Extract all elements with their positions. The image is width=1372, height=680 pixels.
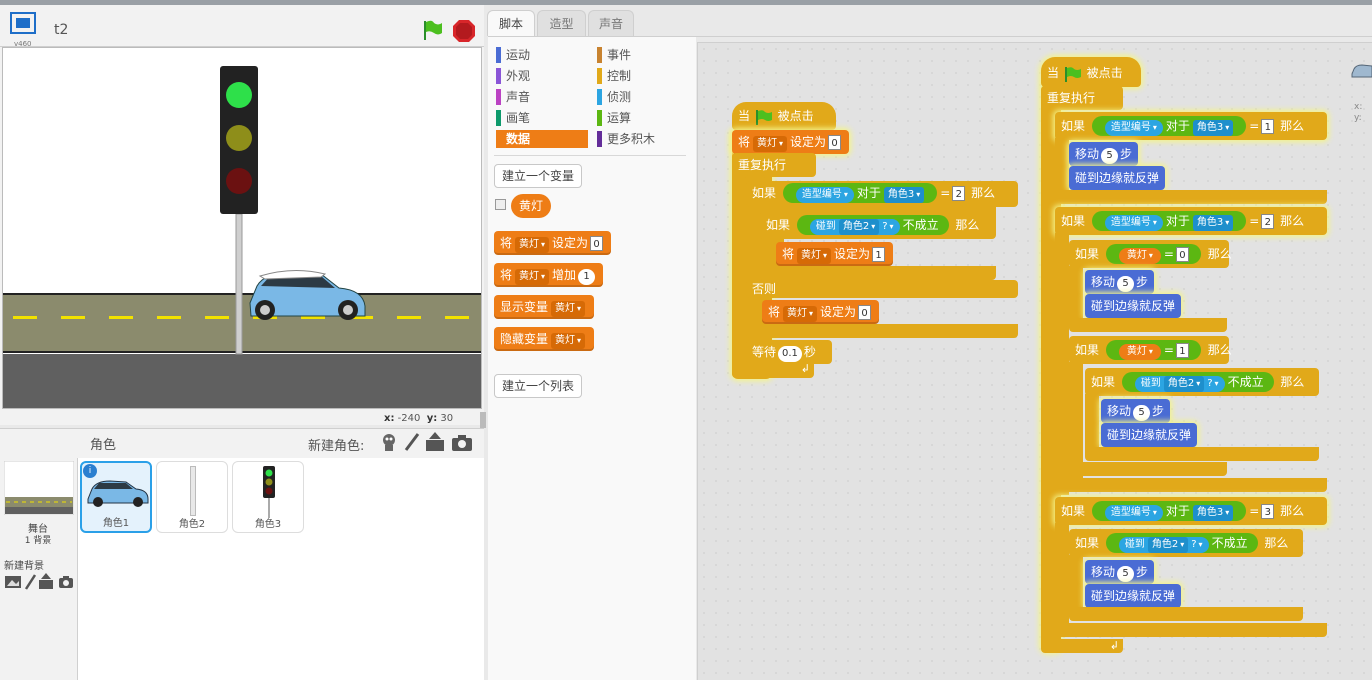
new-backdrop-label: 新建背景 xyxy=(4,561,44,572)
script1-set-yellow-1[interactable]: 将黄灯设定为1 xyxy=(776,242,894,266)
sprite-name: 角色3 xyxy=(254,519,282,530)
script2-bounce-block-3[interactable]: 碰到边缘就反弹 xyxy=(1101,423,1198,447)
current-sprite-icon xyxy=(1350,60,1372,82)
script1-if-else-block[interactable]: 如果 造型编号对于角色3=2 那么 xyxy=(746,181,1018,207)
variable-checkbox[interactable] xyxy=(495,199,506,210)
paint-brush-icon[interactable] xyxy=(403,432,421,452)
project-title[interactable]: t2 xyxy=(54,22,68,38)
fullscreen-icon[interactable] xyxy=(10,12,36,34)
backdrop-library-icon[interactable] xyxy=(4,574,22,590)
category-pen[interactable]: 画笔 xyxy=(496,109,588,127)
sprite-name: 角色1 xyxy=(102,518,130,529)
make-list-button[interactable]: 建立一个列表 xyxy=(494,374,583,398)
category-control[interactable]: 控制 xyxy=(597,67,687,85)
script2-move-block-3[interactable]: 移动 5 步 xyxy=(1101,399,1171,423)
palette-show-variable-block[interactable]: 显示变量 黄灯 xyxy=(494,295,595,319)
script2-bounce-block-2[interactable]: 碰到边缘就反弹 xyxy=(1085,294,1182,318)
script2-if-yellow-1[interactable]: 如果 黄灯=1 那么 xyxy=(1069,336,1232,364)
backdrop-upload-icon[interactable] xyxy=(38,573,54,590)
sprite-name: 角色2 xyxy=(178,519,206,530)
sprite-library-icon[interactable] xyxy=(380,432,398,452)
stage-header xyxy=(0,5,484,47)
new-sprite-label: 新建角色: xyxy=(308,439,365,454)
green-flag-icon[interactable] xyxy=(420,18,444,42)
script2-if-yellow-0[interactable]: 如果 黄灯=0 那么 xyxy=(1069,240,1232,268)
script1-wait-block[interactable]: 等待 0.1 秒 xyxy=(746,340,832,364)
script2-when-flag-clicked[interactable]: 当 被点击 xyxy=(1041,57,1141,87)
script1-else-label: 否则 xyxy=(746,280,1018,298)
script2-if-not-touching-2[interactable]: 如果 碰到角色2?不成立 那么 xyxy=(1069,529,1303,557)
category-operators[interactable]: 运算 xyxy=(597,109,687,127)
sprite-xy-hint: x: y: xyxy=(1354,102,1363,123)
palette-hide-variable-block[interactable]: 隐藏变量 黄灯 xyxy=(494,327,595,351)
palette-set-block[interactable]: 将黄灯设定为0 xyxy=(494,231,612,255)
script1-set-block[interactable]: 将黄灯设定为0 xyxy=(732,130,850,154)
category-sound[interactable]: 声音 xyxy=(496,88,588,106)
script2-move-block-1[interactable]: 移动 5 步 xyxy=(1069,142,1139,166)
category-motion[interactable]: 运动 xyxy=(496,46,588,64)
sprite-thumb-2[interactable]: 角色2 xyxy=(156,461,228,533)
category-sensing[interactable]: 侦测 xyxy=(597,88,687,106)
sprite-thumb-1[interactable]: i 角色1 xyxy=(80,461,152,533)
script1-if-not-touching[interactable]: 如果 碰到角色2?不成立 那么 xyxy=(760,211,996,239)
category-data[interactable]: 数据 xyxy=(496,130,588,148)
stop-icon[interactable] xyxy=(452,19,476,43)
script2-if-costume-3[interactable]: 如果 造型编号对于角色3=3 那么 xyxy=(1055,497,1327,525)
sprites-header: 角色 xyxy=(90,438,117,453)
script2-move-block-4[interactable]: 移动 5 步 xyxy=(1085,560,1155,584)
make-variable-button[interactable]: 建立一个变量 xyxy=(494,164,583,188)
backdrop-paint-icon[interactable] xyxy=(24,573,37,590)
backdrop-camera-icon[interactable] xyxy=(58,575,74,589)
variable-reporter[interactable]: 黄灯 xyxy=(511,194,552,218)
tab-costumes[interactable]: 造型 xyxy=(537,10,586,36)
script1-forever-block[interactable]: 重复执行 xyxy=(732,153,816,177)
script2-bounce-block-4[interactable]: 碰到边缘就反弹 xyxy=(1085,584,1182,608)
camera-icon[interactable] xyxy=(451,434,473,452)
category-more-blocks[interactable]: 更多积木 xyxy=(597,130,687,148)
script2-if-costume-2[interactable]: 如果 造型编号对于角色3=2 那么 xyxy=(1055,207,1327,235)
loop-arrow-icon: ↲ xyxy=(1041,639,1123,653)
loop-arrow-icon: ↲ xyxy=(732,362,814,378)
palette-change-block[interactable]: 将黄灯增加1 xyxy=(494,263,604,287)
script1-when-flag-clicked[interactable]: 当 被点击 xyxy=(732,102,836,130)
stage-collapse-handle[interactable] xyxy=(480,412,486,428)
sprite-thumb-3[interactable]: 角色3 xyxy=(232,461,304,533)
tab-scripts[interactable]: 脚本 xyxy=(487,10,535,36)
backdrop-count: 1 背景 xyxy=(24,536,52,546)
mouse-coordinates: x: -240 y: 30 xyxy=(384,413,454,424)
upload-icon[interactable] xyxy=(425,432,445,452)
category-events[interactable]: 事件 xyxy=(597,46,687,64)
info-icon[interactable]: i xyxy=(83,464,97,478)
script2-if-not-touching[interactable]: 如果 碰到角色2?不成立 那么 xyxy=(1085,368,1319,396)
script2-forever-block[interactable]: 重复执行 xyxy=(1041,86,1123,110)
stage-canvas[interactable] xyxy=(2,47,482,409)
tab-sounds[interactable]: 声音 xyxy=(588,10,634,36)
category-looks[interactable]: 外观 xyxy=(496,67,588,85)
script1-set-yellow-0[interactable]: 将黄灯设定为0 xyxy=(762,300,880,324)
script2-move-block-2[interactable]: 移动 5 步 xyxy=(1085,270,1155,294)
script2-if-costume-1[interactable]: 如果 造型编号对于角色3=1 那么 xyxy=(1055,112,1327,140)
script2-bounce-block-1[interactable]: 碰到边缘就反弹 xyxy=(1069,166,1166,190)
stage-thumbnail[interactable] xyxy=(3,460,75,516)
